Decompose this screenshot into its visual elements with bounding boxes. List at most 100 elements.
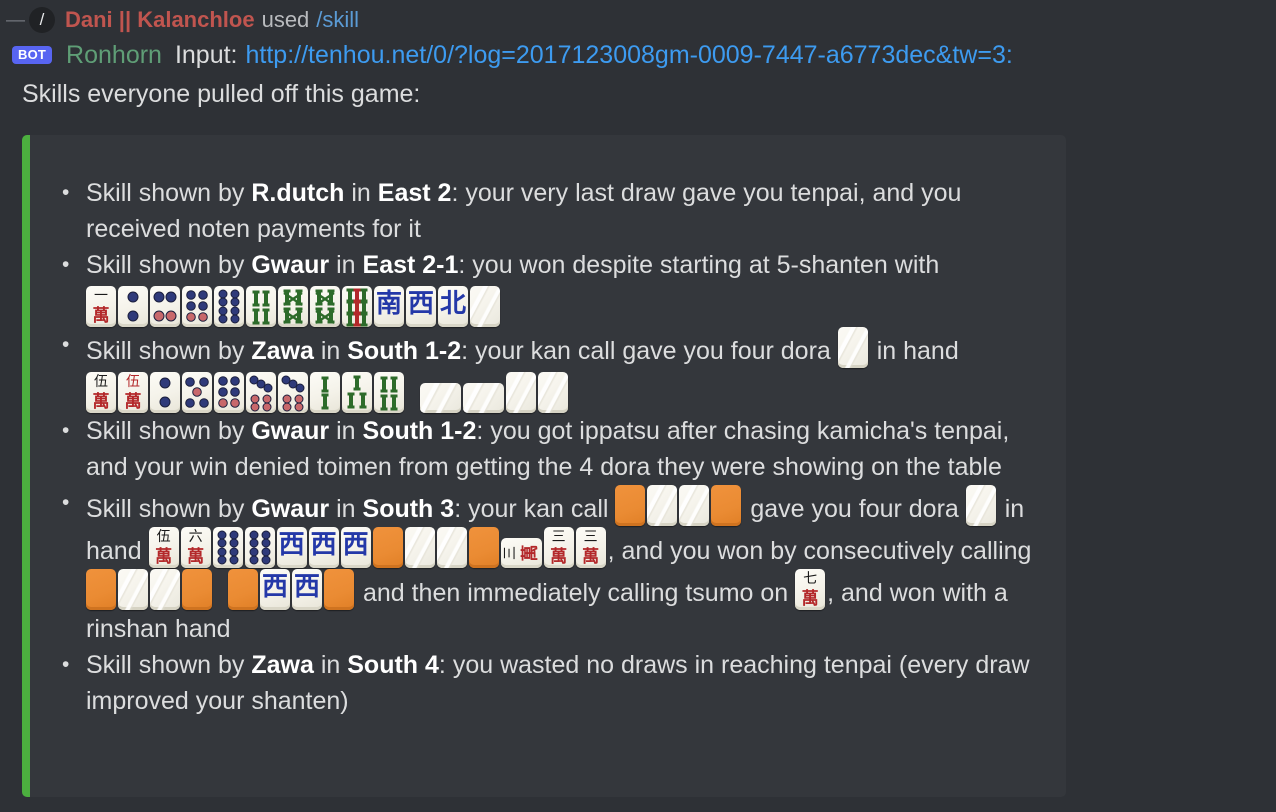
mahjong-tile-0m: 伍萬 bbox=[118, 372, 148, 413]
rotated-tile-face bbox=[463, 383, 504, 413]
mahjong-tile-back bbox=[647, 485, 678, 526]
list-item: Skill shown by Gwaur in South 3: your ka… bbox=[62, 485, 1040, 647]
list-item: Skill shown by Gwaur in East 2-1: you wo… bbox=[62, 247, 1040, 327]
skill-text: : you won despite starting at 5-shanten … bbox=[458, 251, 940, 279]
skill-mid: in bbox=[329, 417, 363, 445]
command-invoker-username[interactable]: Dani || Kalanchloe bbox=[65, 7, 255, 33]
skill-round: South 1-2 bbox=[347, 337, 462, 365]
mahjong-tile-4s bbox=[374, 372, 404, 413]
mahjong-tile-8p bbox=[244, 527, 275, 568]
mahjong-tile-5m: 伍萬 bbox=[148, 527, 179, 568]
tile-row-kan-call-2: 西西 bbox=[86, 569, 356, 610]
mahjong-tile-4p bbox=[150, 286, 180, 327]
rotated-tile-face: 三萬 bbox=[502, 544, 541, 562]
skill-player: Gwaur bbox=[251, 251, 330, 279]
skill-prefix: Skill shown by bbox=[86, 337, 252, 365]
tile-inline-dora bbox=[965, 485, 998, 526]
mahjong-tile-2p bbox=[150, 372, 180, 413]
skill-round: East 2-1 bbox=[362, 251, 459, 279]
mahjong-tile-orange-back bbox=[615, 485, 646, 526]
mahjong-tile-W: 西 bbox=[308, 527, 339, 568]
mahjong-tile-N: 北 bbox=[438, 286, 468, 327]
skill-round: South 1-2 bbox=[362, 417, 477, 445]
mahjong-tile-8p bbox=[212, 527, 243, 568]
skill-segment-5: and then immediately calling tsumo on bbox=[362, 579, 789, 607]
tile-tsumo: 七萬 bbox=[795, 569, 827, 610]
mahjong-tile-orange-back bbox=[86, 569, 116, 610]
mahjong-tile-5m: 伍萬 bbox=[86, 372, 116, 413]
mahjong-tile-orange-back bbox=[468, 527, 499, 568]
rotated-tile-face bbox=[420, 383, 461, 413]
slash-command-header: — / Dani || Kalanchloe used /skill bbox=[0, 0, 1276, 34]
embed-accent-bar bbox=[22, 135, 30, 797]
mahjong-tile-7p bbox=[278, 372, 308, 413]
message-intro-text: Skills everyone pulled off this game: bbox=[22, 80, 421, 108]
mahjong-tile-orange-back bbox=[372, 527, 403, 568]
input-label: Input: bbox=[174, 40, 238, 69]
mahjong-tile-6p bbox=[214, 372, 244, 413]
skill-player: Zawa bbox=[251, 337, 314, 365]
list-item: Skill shown by Zawa in South 1-2: your k… bbox=[62, 327, 1040, 413]
list-item: Skill shown by Gwaur in South 1-2: you g… bbox=[62, 413, 1040, 485]
mahjong-tile-1m: 一萬 bbox=[86, 286, 116, 327]
tenhou-log-link[interactable]: http://tenhou.net/0/?log=2017123008gm-00… bbox=[246, 41, 1013, 70]
mahjong-tile-3m: 三萬 bbox=[543, 527, 574, 568]
used-label: used bbox=[261, 7, 310, 32]
mahjong-tile-3m: 三萬 bbox=[575, 527, 606, 568]
skill-round: East 2 bbox=[377, 179, 452, 207]
skill-segment-2: gave you four dora bbox=[750, 495, 959, 523]
mahjong-tile-back bbox=[404, 527, 435, 568]
thread-line-decoration: — bbox=[6, 9, 25, 31]
mahjong-tile-back bbox=[679, 485, 710, 526]
mahjong-tile-orange-back bbox=[324, 569, 354, 610]
slash-command-link[interactable]: /skill bbox=[316, 7, 359, 33]
skill-prefix: Skill shown by bbox=[86, 651, 252, 679]
bot-username[interactable]: Ronhorn bbox=[66, 41, 162, 70]
bot-badge: BOT bbox=[12, 46, 53, 64]
mahjong-tile-orange-back bbox=[711, 485, 742, 526]
list-item: Skill shown by R.dutch in East 2: your v… bbox=[62, 175, 1040, 247]
skill-text: : your kan call gave you four dora bbox=[461, 337, 831, 365]
skill-mid: in bbox=[313, 337, 348, 365]
mahjong-tile-back bbox=[965, 485, 996, 526]
mahjong-tile-W: 西 bbox=[340, 527, 371, 568]
discord-message-view: — / Dani || Kalanchloe used /skill BOT R… bbox=[0, 0, 1276, 812]
mahjong-tile-W: 西 bbox=[406, 286, 436, 327]
mahjong-tile-6s bbox=[278, 286, 308, 327]
mahjong-tile-9s bbox=[342, 286, 372, 327]
mahjong-tile-orange-back bbox=[228, 569, 258, 610]
skill-segment-4: , and you won by consecutively calling bbox=[607, 537, 1032, 565]
skill-list: Skill shown by R.dutch in East 2: your v… bbox=[40, 175, 1040, 719]
mahjong-tile-7m: 七萬 bbox=[795, 569, 826, 610]
mahjong-tile-3m: 三萬 bbox=[500, 538, 542, 568]
mahjong-tile-back bbox=[538, 372, 568, 413]
mahjong-tile-2p bbox=[118, 286, 148, 327]
mahjong-tile-back bbox=[118, 569, 148, 610]
skill-prefix: Skill shown by bbox=[86, 179, 252, 207]
skill-player: R.dutch bbox=[251, 179, 345, 207]
mahjong-tile-back bbox=[837, 327, 868, 368]
mahjong-tile-6p bbox=[182, 286, 212, 327]
mahjong-tile-back bbox=[470, 286, 500, 327]
mahjong-tile-W: 西 bbox=[292, 569, 322, 610]
mahjong-tile-W: 西 bbox=[276, 527, 307, 568]
skill-segment-1: : your kan call bbox=[454, 495, 609, 523]
skill-player: Gwaur bbox=[251, 417, 330, 445]
tile-inline-dora bbox=[837, 327, 870, 368]
mahjong-tile-7p bbox=[246, 372, 276, 413]
skill-prefix: Skill shown by bbox=[86, 417, 252, 445]
bot-message-header: BOT Ronhorn Input: http://tenhou.net/0/?… bbox=[0, 34, 1276, 74]
mahjong-tile-4s bbox=[246, 286, 276, 327]
mahjong-tile-back bbox=[463, 383, 504, 413]
mahjong-tile-back bbox=[436, 527, 467, 568]
embed-body: Skill shown by R.dutch in East 2: your v… bbox=[30, 135, 1066, 797]
mahjong-tile-2s bbox=[310, 372, 340, 413]
slash-command-avatar-icon: / bbox=[29, 7, 55, 33]
skill-embed: Skill shown by R.dutch in East 2: your v… bbox=[22, 135, 1066, 797]
skill-prefix: Skill shown by bbox=[86, 495, 252, 523]
mahjong-tile-S: 南 bbox=[374, 286, 404, 327]
mahjong-tile-6m: 六萬 bbox=[180, 527, 211, 568]
skill-player: Zawa bbox=[251, 651, 314, 679]
mahjong-tile-5p bbox=[182, 372, 212, 413]
skill-mid: in bbox=[329, 495, 363, 523]
